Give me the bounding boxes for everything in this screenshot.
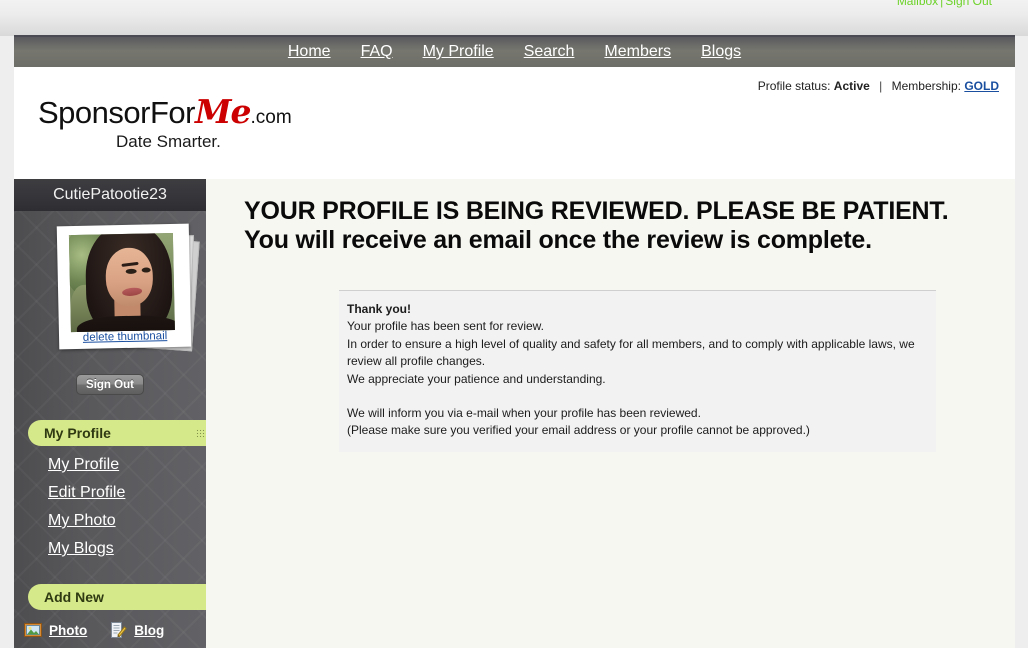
add-new-blog[interactable]: Blog	[109, 622, 164, 638]
delete-thumbnail-link[interactable]: delete thumbnail	[83, 330, 168, 344]
status-divider: |	[879, 79, 883, 93]
header-band: Profile status: Active | Membership: GOL…	[14, 67, 1015, 179]
logo-wordmark: SponsorForMe.com	[38, 95, 368, 128]
sidebar-link-my-blogs[interactable]: My Blogs	[48, 540, 198, 558]
sidebar-section-my-profile: My Profile	[28, 420, 220, 446]
nav-item-my-profile[interactable]: My Profile	[423, 43, 494, 61]
sidebar-sign-out-button[interactable]: Sign Out	[76, 374, 144, 395]
logo-text-com: .com	[250, 107, 292, 128]
top-utility-links: Mailbox | Sign Out	[897, 0, 992, 8]
add-new-photo-link[interactable]: Photo	[49, 623, 87, 638]
profile-status-value: Active	[833, 79, 870, 93]
add-new-items-row: Photo Blog	[24, 622, 206, 638]
headline-line-2: You will receive an email once the revie…	[244, 225, 872, 254]
page-body: CutiePatootie23 delete thumbnail Sign Ou…	[14, 179, 1015, 648]
photo-face	[105, 247, 154, 307]
sidebar-section-my-profile-label: My Profile	[44, 425, 111, 441]
message-line-3: We appreciate your patience and understa…	[347, 371, 606, 386]
nav-item-blogs[interactable]: Blogs	[701, 43, 741, 61]
photo-frame[interactable]: delete thumbnail	[56, 223, 192, 350]
nav-item-home[interactable]: Home	[288, 43, 331, 61]
logo-text-sponsorfor: SponsorFor	[38, 95, 195, 130]
mailbox-link[interactable]: Mailbox	[897, 0, 938, 8]
site-logo[interactable]: SponsorForMe.com Date Smarter.	[38, 95, 368, 152]
sidebar-profile-links: My Profile Edit Profile My Photo My Blog…	[48, 456, 198, 568]
sidebar-link-my-profile[interactable]: My Profile	[48, 456, 198, 474]
membership-label: Membership:	[891, 79, 961, 93]
main-navigation-bar: Home FAQ My Profile Search Members Blogs	[14, 35, 1015, 67]
nav-item-faq[interactable]: FAQ	[361, 43, 393, 61]
membership-level-link[interactable]: GOLD	[964, 79, 999, 93]
drag-handle-icon[interactable]	[196, 429, 206, 437]
sidebar-username-header: CutiePatootie23	[14, 179, 206, 211]
top-gradient-strip: Mailbox | Sign Out	[0, 0, 1028, 36]
message-line-1: Your profile has been sent for review.	[347, 319, 545, 334]
review-message-box: Thank you! Your profile has been sent fo…	[339, 290, 936, 452]
page-headline: YOUR PROFILE IS BEING REVIEWED. PLEASE B…	[244, 197, 1015, 254]
nav-item-members[interactable]: Members	[604, 43, 671, 61]
profile-photo[interactable]	[68, 232, 175, 333]
headline-line-1: YOUR PROFILE IS BEING REVIEWED. PLEASE B…	[244, 197, 949, 225]
sidebar-section-add-new-label: Add New	[44, 589, 104, 605]
message-line-5: (Please make sure you verified your emai…	[347, 423, 810, 438]
add-new-photo[interactable]: Photo	[24, 622, 87, 638]
profile-thumbnail-block: delete thumbnail	[14, 219, 206, 352]
delete-thumbnail-container: delete thumbnail	[59, 330, 191, 345]
sign-out-link[interactable]: Sign Out	[945, 0, 992, 8]
logo-text-me: Me	[194, 92, 252, 131]
image-icon	[24, 622, 42, 638]
sidebar: CutiePatootie23 delete thumbnail Sign Ou…	[14, 179, 220, 648]
profile-status-label: Profile status:	[757, 79, 831, 93]
sidebar-link-my-photo[interactable]: My Photo	[48, 512, 198, 530]
sidebar-section-add-new: Add New	[28, 584, 220, 610]
notepad-pencil-icon	[109, 622, 127, 638]
message-line-4: We will inform you via e-mail when your …	[347, 405, 701, 420]
message-line-2: In order to ensure a high level of quali…	[347, 336, 915, 369]
profile-status-line: Profile status: Active | Membership: GOL…	[758, 79, 999, 93]
add-new-blog-link[interactable]: Blog	[134, 623, 164, 638]
sidebar-link-edit-profile[interactable]: Edit Profile	[48, 484, 198, 502]
nav-item-search[interactable]: Search	[524, 43, 575, 61]
logo-tagline: Date Smarter.	[116, 132, 221, 151]
message-title: Thank you!	[347, 302, 412, 316]
main-content: YOUR PROFILE IS BEING REVIEWED. PLEASE B…	[206, 179, 1015, 648]
